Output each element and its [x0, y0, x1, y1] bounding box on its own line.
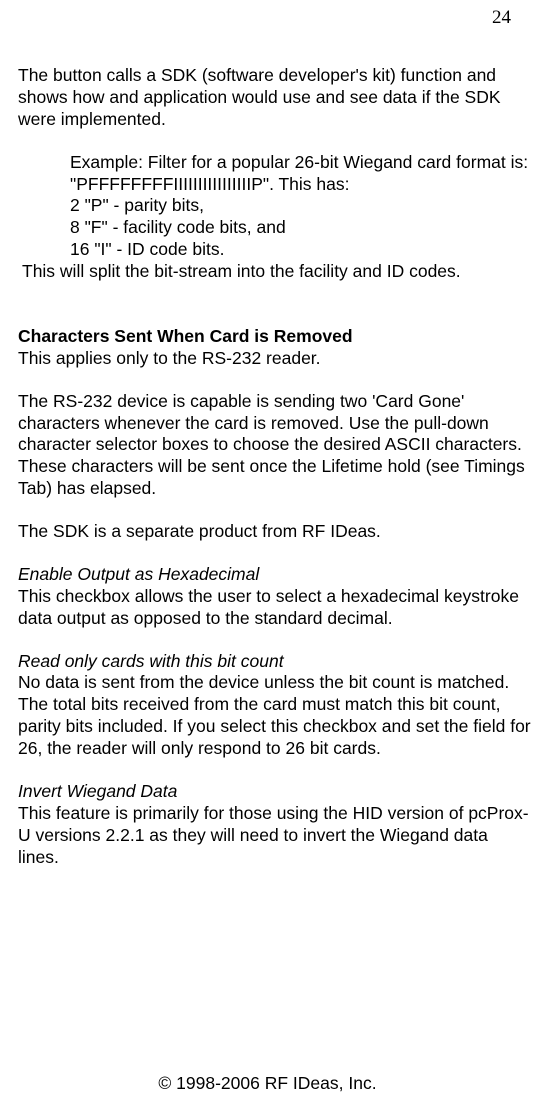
section1-line1: This applies only to the RS-232 reader. — [18, 348, 533, 370]
section1-heading: Characters Sent When Card is Removed — [18, 326, 533, 348]
page-number: 24 — [492, 6, 511, 30]
example-block: Example: Filter for a popular 26-bit Wie… — [18, 152, 533, 261]
footer-copyright: © 1998-2006 RF IDeas, Inc. — [0, 1073, 535, 1095]
page-content: The button calls a SDK (software develop… — [18, 10, 535, 868]
section3-body: No data is sent from the device unless t… — [18, 672, 533, 760]
intro-paragraph: The button calls a SDK (software develop… — [18, 65, 533, 131]
section3-heading: Read only cards with this bit count — [18, 651, 533, 673]
section2-body: This checkbox allows the user to select … — [18, 586, 533, 630]
example-line-3: 8 "F" - facility code bits, and — [70, 217, 533, 239]
section2-heading: Enable Output as Hexadecimal — [18, 564, 533, 586]
section1-para2: The RS-232 device is capable is sending … — [18, 391, 533, 500]
section4-heading: Invert Wiegand Data — [18, 781, 533, 803]
split-line: This will split the bit-stream into the … — [18, 261, 533, 283]
section4-body: This feature is primarily for those usin… — [18, 803, 533, 869]
section1-para3: The SDK is a separate product from RF ID… — [18, 521, 533, 543]
example-line-2: 2 "P" - parity bits, — [70, 195, 533, 217]
example-line-4: 16 "I" - ID code bits. — [70, 239, 533, 261]
example-line-1: Example: Filter for a popular 26-bit Wie… — [70, 152, 533, 196]
